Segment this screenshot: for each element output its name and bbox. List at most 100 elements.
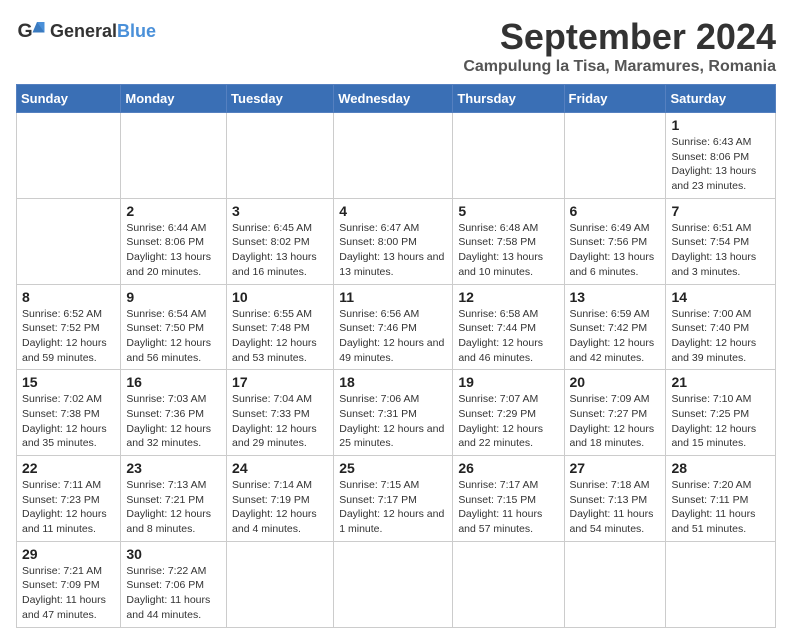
calendar-day-27: 27Sunrise: 7:18 AMSunset: 7:13 PMDayligh… (564, 456, 666, 542)
day-number: 2 (126, 203, 221, 219)
header-sunday: Sunday (17, 85, 121, 113)
empty-cell (564, 113, 666, 199)
calendar-day-3: 3Sunrise: 6:45 AMSunset: 8:02 PMDaylight… (227, 198, 334, 284)
calendar-week-5: 22 Sunrise: 7:11 AMSunset: 7:23 PMDayligh… (17, 456, 776, 542)
day-info: Sunrise: 6:45 AMSunset: 8:02 PMDaylight:… (232, 221, 328, 280)
location-title: Campulung la Tisa, Maramures, Romania (463, 58, 776, 76)
title-section: September 2024 Campulung la Tisa, Maramu… (463, 16, 776, 76)
calendar-day-28: 28Sunrise: 7:20 AMSunset: 7:11 PMDayligh… (666, 456, 776, 542)
calendar-day-10: 10Sunrise: 6:55 AMSunset: 7:48 PMDayligh… (227, 284, 334, 370)
day-info: Sunrise: 7:11 AMSunset: 7:23 PMDaylight:… (22, 478, 115, 537)
empty-cell (17, 113, 121, 199)
header-friday: Friday (564, 85, 666, 113)
calendar-day-23: 23Sunrise: 7:13 AMSunset: 7:21 PMDayligh… (121, 456, 227, 542)
day-number: 6 (570, 203, 661, 219)
day-number: 25 (339, 460, 447, 476)
calendar-table: SundayMondayTuesdayWednesdayThursdayFrid… (16, 84, 776, 628)
day-number: 27 (570, 460, 661, 476)
calendar-week-1: 1 Sunrise: 6:43 AMSunset: 8:06 PMDaylight… (17, 113, 776, 199)
day-number: 16 (126, 374, 221, 390)
day-number: 4 (339, 203, 447, 219)
day-number: 21 (671, 374, 770, 390)
day-info: Sunrise: 6:58 AMSunset: 7:44 PMDaylight:… (458, 307, 558, 366)
empty-cell (334, 113, 453, 199)
day-info: Sunrise: 6:44 AMSunset: 8:06 PMDaylight:… (126, 221, 221, 280)
day-info: Sunrise: 7:06 AMSunset: 7:31 PMDaylight:… (339, 392, 447, 451)
day-info: Sunrise: 7:17 AMSunset: 7:15 PMDaylight:… (458, 478, 558, 537)
calendar-day-4: 4Sunrise: 6:47 AMSunset: 8:00 PMDaylight… (334, 198, 453, 284)
day-info: Sunrise: 7:09 AMSunset: 7:27 PMDaylight:… (570, 392, 661, 451)
day-number: 1 (671, 117, 770, 133)
day-info: Sunrise: 6:54 AMSunset: 7:50 PMDaylight:… (126, 307, 221, 366)
calendar-day-11: 11 Sunrise: 6:56 AMSunset: 7:46 PMDayligh… (334, 284, 453, 370)
day-number: 26 (458, 460, 558, 476)
day-number: 30 (126, 546, 221, 562)
day-info: Sunrise: 7:07 AMSunset: 7:29 PMDaylight:… (458, 392, 558, 451)
day-number: 29 (22, 546, 115, 562)
calendar-day-13: 13Sunrise: 6:59 AMSunset: 7:42 PMDayligh… (564, 284, 666, 370)
calendar-day-15: 15 Sunrise: 7:02 AMSunset: 7:38 PMDayligh… (17, 370, 121, 456)
day-info: Sunrise: 6:49 AMSunset: 7:56 PMDaylight:… (570, 221, 661, 280)
empty-cell (666, 541, 776, 627)
day-info: Sunrise: 6:59 AMSunset: 7:42 PMDaylight:… (570, 307, 661, 366)
header-monday: Monday (121, 85, 227, 113)
calendar-day-30: 30 Sunrise: 7:22 AMSunset: 7:06 PMDayligh… (121, 541, 227, 627)
day-info: Sunrise: 7:15 AMSunset: 7:17 PMDaylight:… (339, 478, 447, 537)
calendar-day-8: 8 Sunrise: 6:52 AMSunset: 7:52 PMDaylight… (17, 284, 121, 370)
calendar-day-7: 7Sunrise: 6:51 AMSunset: 7:54 PMDaylight… (666, 198, 776, 284)
calendar-day-18: 18 Sunrise: 7:06 AMSunset: 7:31 PMDayligh… (334, 370, 453, 456)
day-number: 22 (22, 460, 115, 476)
svg-text:G: G (18, 20, 33, 42)
calendar-week-4: 15 Sunrise: 7:02 AMSunset: 7:38 PMDayligh… (17, 370, 776, 456)
empty-cell (564, 541, 666, 627)
calendar-day-24: 24Sunrise: 7:14 AMSunset: 7:19 PMDayligh… (227, 456, 334, 542)
logo-text-general: General (50, 21, 117, 42)
calendar-day-19: 19 Sunrise: 7:07 AMSunset: 7:29 PMDayligh… (453, 370, 564, 456)
calendar-day-17: 17 Sunrise: 7:04 AMSunset: 7:33 PMDayligh… (227, 370, 334, 456)
empty-cell (453, 113, 564, 199)
day-info: Sunrise: 7:22 AMSunset: 7:06 PMDaylight:… (126, 564, 221, 623)
calendar-day-9: 9Sunrise: 6:54 AMSunset: 7:50 PMDaylight… (121, 284, 227, 370)
empty-cell (227, 541, 334, 627)
day-info: Sunrise: 6:43 AMSunset: 8:06 PMDaylight:… (671, 135, 770, 194)
empty-cell (17, 198, 121, 284)
calendar-day-1: 1 Sunrise: 6:43 AMSunset: 8:06 PMDaylight… (666, 113, 776, 199)
calendar-day-29: 29 Sunrise: 7:21 AMSunset: 7:09 PMDayligh… (17, 541, 121, 627)
day-info: Sunrise: 7:04 AMSunset: 7:33 PMDaylight:… (232, 392, 328, 451)
calendar-day-6: 6 Sunrise: 6:49 AMSunset: 7:56 PMDaylight… (564, 198, 666, 284)
header-thursday: Thursday (453, 85, 564, 113)
header-saturday: Saturday (666, 85, 776, 113)
day-info: Sunrise: 6:56 AMSunset: 7:46 PMDaylight:… (339, 307, 447, 366)
logo-icon: G (16, 16, 46, 46)
empty-cell (121, 113, 227, 199)
day-info: Sunrise: 7:10 AMSunset: 7:25 PMDaylight:… (671, 392, 770, 451)
day-number: 17 (232, 374, 328, 390)
day-number: 28 (671, 460, 770, 476)
day-info: Sunrise: 7:02 AMSunset: 7:38 PMDaylight:… (22, 392, 115, 451)
empty-cell (334, 541, 453, 627)
header-wednesday: Wednesday (334, 85, 453, 113)
day-info: Sunrise: 7:00 AMSunset: 7:40 PMDaylight:… (671, 307, 770, 366)
day-info: Sunrise: 7:21 AMSunset: 7:09 PMDaylight:… (22, 564, 115, 623)
month-title: September 2024 (463, 16, 776, 58)
calendar-header-row: SundayMondayTuesdayWednesdayThursdayFrid… (17, 85, 776, 113)
calendar-week-3: 8 Sunrise: 6:52 AMSunset: 7:52 PMDaylight… (17, 284, 776, 370)
calendar-day-20: 20Sunrise: 7:09 AMSunset: 7:27 PMDayligh… (564, 370, 666, 456)
day-number: 8 (22, 289, 115, 305)
day-number: 11 (339, 289, 447, 305)
day-number: 14 (671, 289, 770, 305)
day-number: 15 (22, 374, 115, 390)
calendar-day-22: 22 Sunrise: 7:11 AMSunset: 7:23 PMDayligh… (17, 456, 121, 542)
day-info: Sunrise: 6:52 AMSunset: 7:52 PMDaylight:… (22, 307, 115, 366)
day-info: Sunrise: 7:03 AMSunset: 7:36 PMDaylight:… (126, 392, 221, 451)
calendar-week-6: 29 Sunrise: 7:21 AMSunset: 7:09 PMDayligh… (17, 541, 776, 627)
calendar-day-14: 14 Sunrise: 7:00 AMSunset: 7:40 PMDayligh… (666, 284, 776, 370)
day-info: Sunrise: 7:13 AMSunset: 7:21 PMDaylight:… (126, 478, 221, 537)
day-number: 19 (458, 374, 558, 390)
calendar-day-26: 26 Sunrise: 7:17 AMSunset: 7:15 PMDayligh… (453, 456, 564, 542)
header: G General Blue September 2024 Campulung … (16, 16, 776, 76)
calendar-day-5: 5Sunrise: 6:48 AMSunset: 7:58 PMDaylight… (453, 198, 564, 284)
day-number: 18 (339, 374, 447, 390)
logo: G General Blue (16, 16, 156, 46)
day-number: 12 (458, 289, 558, 305)
